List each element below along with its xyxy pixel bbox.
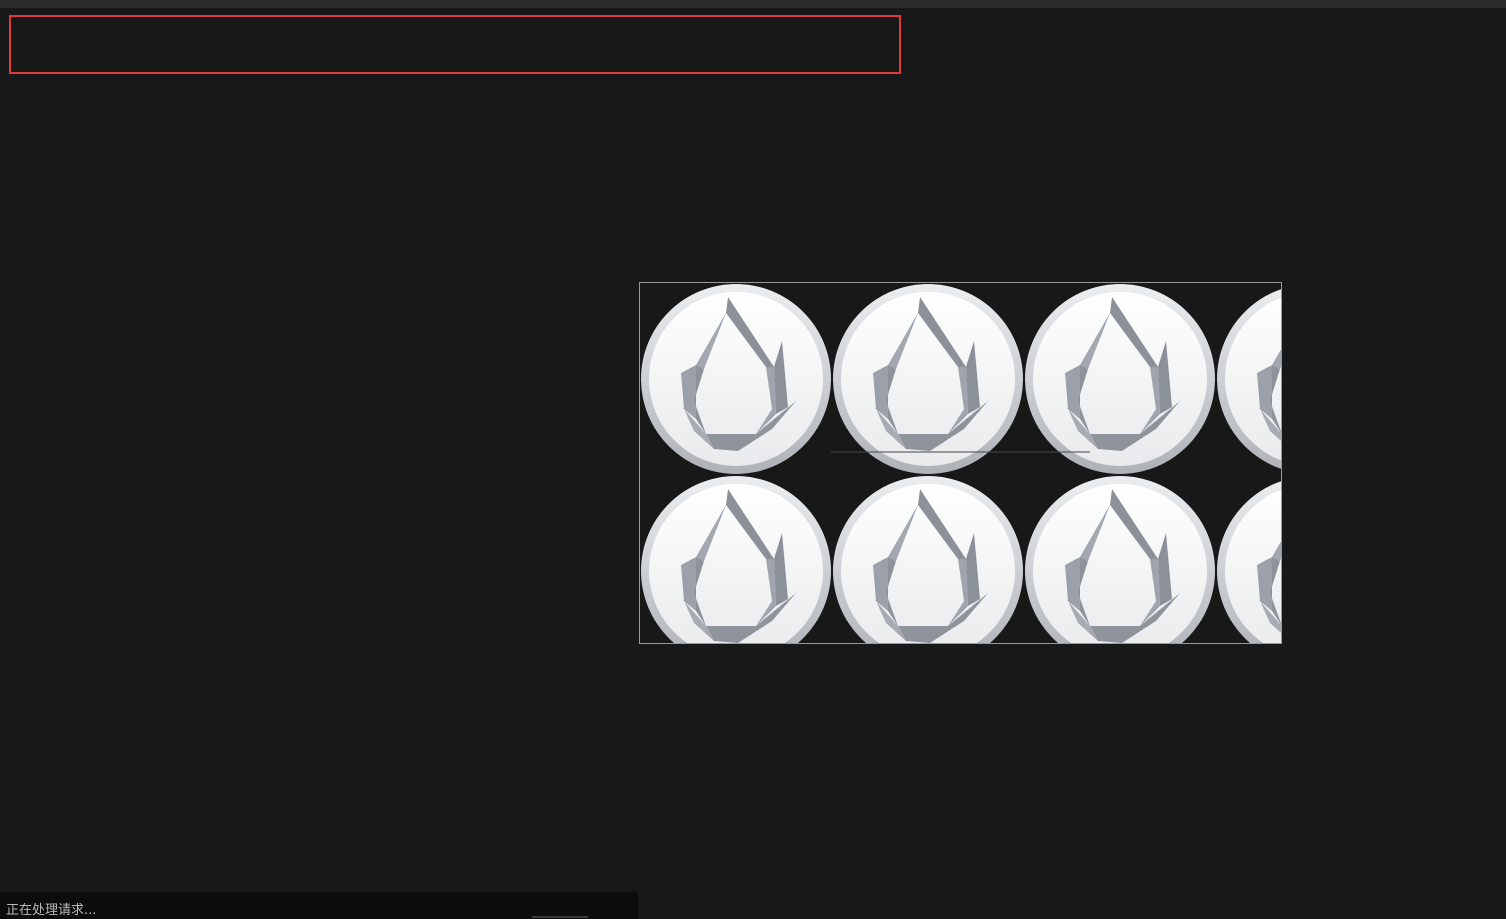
coin-icon <box>833 284 1023 474</box>
image-preview <box>639 282 1282 644</box>
status-progress-indicator <box>532 916 588 918</box>
coin-icon <box>1025 476 1215 643</box>
coin-tile-image <box>641 284 1281 643</box>
coin-icon <box>641 476 831 643</box>
coin-icon <box>1217 476 1281 643</box>
coin-icon <box>833 476 1023 643</box>
coin-icon <box>641 284 831 474</box>
top-bar <box>0 0 1506 8</box>
coin-icon <box>1025 284 1215 474</box>
coin-icon <box>1217 284 1281 474</box>
status-message: 正在处理请求... <box>6 903 97 918</box>
highlight-box <box>9 15 901 74</box>
status-bar: 正在处理请求... <box>0 892 638 919</box>
